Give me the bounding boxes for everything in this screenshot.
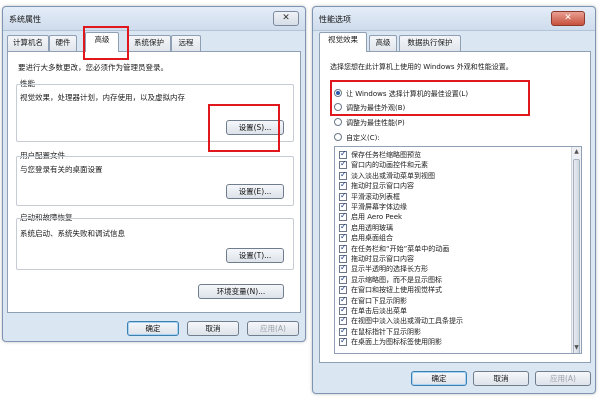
checkbox-icon[interactable] xyxy=(339,305,347,315)
visual-effect-label: 在鼠标指针下显示阴影 xyxy=(351,327,421,336)
checkbox-icon[interactable] xyxy=(339,201,347,211)
tab-system-protection[interactable]: 系统保护 xyxy=(127,35,171,51)
performance-options-titlebar[interactable]: 性能选项 ✕ xyxy=(313,7,595,31)
checkbox-icon[interactable] xyxy=(339,274,347,284)
system-properties-titlebar[interactable]: 系统属性 ✕ xyxy=(3,7,305,31)
tab-advanced[interactable]: 高级 xyxy=(369,35,397,51)
performance-options-dialog: 性能选项 ✕ 视觉效果 高级 数据执行保护 选择您想在此计算机上使用的 Wind… xyxy=(312,6,596,394)
radio-best-for-computer-label: 让 Windows 选择计算机的最佳设置(L) xyxy=(346,90,469,98)
visual-effect-label: 在窗口下显示阴影 xyxy=(351,296,407,305)
visual-effect-label: 窗口内的动画控件和元素 xyxy=(351,161,428,170)
checkbox-icon[interactable] xyxy=(339,315,347,326)
checkbox-icon[interactable] xyxy=(339,170,347,180)
performance-desc: 视觉效果，处理器计划，内存使用，以及虚拟内存 xyxy=(20,93,185,102)
radio-best-for-computer[interactable] xyxy=(334,89,342,97)
performance-options-tabs: 视觉效果 高级 数据执行保护 xyxy=(313,31,595,52)
visual-effects-instruction: 选择您想在此计算机上使用的 Windows 外观和性能设置。 xyxy=(330,63,513,71)
radio-best-appearance[interactable] xyxy=(334,103,342,111)
cancel-button[interactable]: 取消 xyxy=(473,371,529,386)
scroll-thumb[interactable] xyxy=(573,159,580,353)
radio-best-appearance-label: 调整为最佳外观(B) xyxy=(346,104,406,112)
visual-effects-scrollbar[interactable]: ▲ ▼ xyxy=(571,147,581,353)
visual-effect-label: 拖动时显示窗口内容 xyxy=(351,255,414,263)
performance-settings-button[interactable]: 设置(S)... xyxy=(226,120,284,135)
checkbox-icon[interactable] xyxy=(339,222,347,232)
checkbox-icon[interactable] xyxy=(339,243,347,253)
checkbox-icon[interactable] xyxy=(339,253,347,263)
ok-button[interactable]: 确定 xyxy=(411,371,467,386)
checkbox-icon[interactable] xyxy=(339,149,347,159)
visual-effect-label: 启用 Aero Peek xyxy=(351,213,403,222)
visual-effect-label: 在单击后淡出菜单 xyxy=(351,307,407,315)
tab-computer-name[interactable]: 计算机名 xyxy=(7,35,49,51)
visual-effect-label: 启用桌面组合 xyxy=(351,234,393,243)
visual-effect-label: 显示半透明的选择长方形 xyxy=(351,265,428,274)
tab-remote[interactable]: 远程 xyxy=(171,35,201,51)
visual-effect-label: 保存任务栏缩略图预览 xyxy=(351,151,421,159)
visual-effect-label: 启用透明玻璃 xyxy=(351,223,393,232)
checkbox-icon[interactable] xyxy=(339,159,347,170)
visual-effect-label: 淡入淡出或滑动菜单到视图 xyxy=(351,171,435,180)
checkbox-icon[interactable] xyxy=(339,336,347,347)
apply-button[interactable]: 应用(A) xyxy=(247,321,299,336)
checkbox-icon[interactable] xyxy=(339,326,347,336)
visual-effect-label: 在桌面上为图标标签使用阴影 xyxy=(351,338,442,347)
visual-effect-label: 显示缩略图，而不是显示图标 xyxy=(351,275,442,284)
apply-button[interactable]: 应用(A) xyxy=(535,371,591,386)
visual-effects-list[interactable]: 保存任务栏缩略图预览窗口内的动画控件和元素淡入淡出或滑动菜单到视图拖动时显示窗口… xyxy=(334,146,582,354)
checkbox-icon[interactable] xyxy=(339,211,347,222)
visual-effects-panel: 选择您想在此计算机上使用的 Windows 外观和性能设置。 让 Windows… xyxy=(319,51,591,363)
startup-settings-button[interactable]: 设置(T)... xyxy=(226,248,284,263)
radio-best-performance[interactable] xyxy=(334,118,342,126)
performance-options-title: 性能选项 xyxy=(319,15,351,24)
startup-desc: 系统启动、系统失败和调试信息 xyxy=(20,229,125,238)
tab-visual-effects[interactable]: 视觉效果 xyxy=(319,32,367,52)
cancel-button[interactable]: 取消 xyxy=(187,321,239,336)
advanced-tab-panel: 要进行大多数更改，您必须作为管理员登录。 性能 视觉效果，处理器计划，内存使用，… xyxy=(7,51,301,313)
tab-advanced[interactable]: 高级 xyxy=(85,32,119,52)
visual-effect-label: 平滑滚动列表框 xyxy=(351,192,400,201)
radio-best-performance-label: 调整为最佳性能(P) xyxy=(346,119,405,127)
visual-effect-label: 拖动时显示窗口内容 xyxy=(351,182,414,191)
tab-hardware[interactable]: 硬件 xyxy=(49,35,77,51)
checkbox-icon[interactable] xyxy=(339,232,347,243)
tab-data-execution-prevention[interactable]: 数据执行保护 xyxy=(399,35,461,51)
system-properties-title: 系统属性 xyxy=(9,15,41,24)
environment-variables-button[interactable]: 环境变量(N)... xyxy=(198,284,284,299)
system-properties-tabs: 计算机名 硬件 高级 系统保护 远程 xyxy=(3,31,305,52)
visual-effect-label: 在任务栏和“开始”菜单中的动画 xyxy=(351,244,450,253)
close-icon[interactable]: ✕ xyxy=(273,11,299,26)
user-profiles-settings-button[interactable]: 设置(E)... xyxy=(226,184,284,199)
user-profiles-desc: 与您登录有关的桌面设置 xyxy=(20,165,103,174)
visual-effect-label: 在视图中淡入淡出或滑动工具条提示 xyxy=(351,317,463,326)
scroll-up-icon[interactable]: ▲ xyxy=(572,147,581,157)
checkbox-icon[interactable] xyxy=(339,263,347,274)
system-properties-dialog: 系统属性 ✕ 计算机名 硬件 高级 系统保护 远程 要进行大多数更改，您必须作为… xyxy=(2,6,306,342)
scroll-down-icon[interactable]: ▼ xyxy=(572,343,581,353)
radio-custom[interactable] xyxy=(334,133,342,141)
admin-note: 要进行大多数更改，您必须作为管理员登录。 xyxy=(18,63,168,72)
checkbox-icon[interactable] xyxy=(339,191,347,201)
checkbox-icon[interactable] xyxy=(339,284,347,295)
close-icon[interactable]: ✕ xyxy=(551,11,585,26)
visual-effect-label: 平滑屏幕字体边缘 xyxy=(351,203,407,211)
ok-button[interactable]: 确定 xyxy=(127,321,179,336)
checkbox-icon[interactable] xyxy=(339,180,347,191)
radio-custom-label: 自定义(C): xyxy=(346,134,380,142)
visual-effect-label: 在窗口和按钮上使用视觉样式 xyxy=(351,286,442,295)
checkbox-icon[interactable] xyxy=(339,295,347,305)
